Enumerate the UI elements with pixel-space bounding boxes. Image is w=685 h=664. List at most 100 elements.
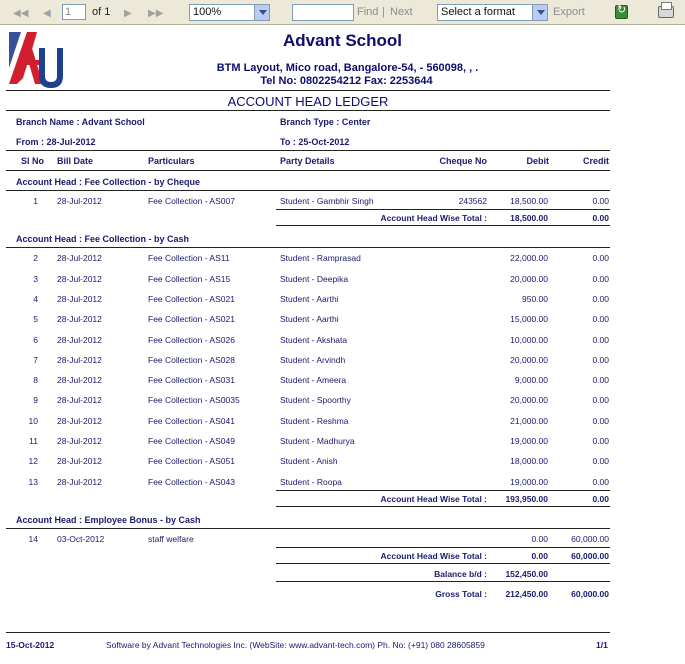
cell-bill-date: 28-Jul-2012	[57, 314, 102, 325]
cell-sl-no: 7	[33, 354, 38, 365]
cell-particulars: staff welfare	[148, 533, 194, 544]
cell-party-details: Student - Ameera	[280, 375, 347, 386]
chevron-down-icon	[254, 5, 269, 20]
cell-bill-date: 28-Jul-2012	[57, 293, 102, 304]
footer-credit: Software by Advant Technologies Inc. (We…	[106, 640, 485, 650]
divider	[6, 90, 610, 91]
cell-bill-date: 28-Jul-2012	[57, 354, 102, 365]
divider	[6, 527, 610, 529]
school-name: Advant School	[282, 31, 402, 50]
column-header-particulars: Particulars	[148, 156, 195, 166]
school-address: BTM Layout, Mico road, Bangalore-54, - 5…	[216, 62, 479, 74]
cell-debit: 9,000.00	[514, 375, 548, 386]
account-head-total-credit: 60,000.00	[571, 551, 609, 562]
chevron-down-icon	[532, 5, 547, 20]
cell-debit: 20,000.00	[510, 273, 548, 284]
cell-sl-no: 13	[28, 476, 38, 487]
cell-party-details: Student - Ramprasad	[280, 253, 361, 264]
find-next-link[interactable]: Next	[390, 0, 413, 25]
account-head-title: Account Head : Fee Collection - by Chequ…	[16, 177, 201, 187]
cell-party-details: Student - Arvindh	[280, 354, 346, 365]
cell-debit: 21,000.00	[510, 415, 548, 426]
page-number-input[interactable]: 1	[62, 4, 86, 20]
last-page-icon[interactable]: ▶▶	[148, 1, 163, 26]
cell-bill-date: 28-Jul-2012	[57, 436, 102, 446]
account-head-total-debit: 0.00	[531, 551, 548, 562]
cell-debit: 18,000.00	[510, 456, 548, 467]
cell-credit: 0.00	[592, 415, 609, 426]
cell-particulars: Fee Collection - AS021	[148, 314, 235, 325]
first-page-icon[interactable]: ◀◀	[13, 1, 28, 26]
divider	[6, 150, 610, 151]
cell-party-details: Student - Aarthi	[280, 314, 339, 325]
divider	[276, 505, 610, 507]
cell-bill-date: 28-Jul-2012	[57, 476, 102, 487]
cell-sl-no: 6	[33, 334, 38, 345]
export-format-value: Select a format	[441, 6, 515, 18]
cell-sl-no: 4	[33, 293, 38, 304]
cell-debit: 20,000.00	[510, 395, 548, 406]
report-title: ACCOUNT HEAD LEDGER	[227, 94, 389, 109]
cell-credit: 0.00	[592, 476, 609, 487]
gross-total-credit: 60,000.00	[571, 589, 609, 600]
cell-credit: 0.00	[592, 293, 609, 304]
cell-debit: 20,000.00	[510, 354, 548, 365]
cell-cheque-no: 243562	[458, 196, 487, 206]
cell-particulars: Fee Collection - AS15	[148, 273, 231, 284]
cell-sl-no: 8	[33, 375, 38, 386]
date-from: From : 28-Jul-2012	[16, 137, 96, 147]
footer-date: 15-Oct-2012	[6, 640, 55, 650]
report-page: Advant School BTM Layout, Mico road, Ban…	[0, 26, 685, 664]
balance-bd-value: 152,450.00	[505, 569, 548, 580]
account-head-total-label: Account Head Wise Total :	[380, 213, 488, 224]
column-header-debit: Debit	[526, 156, 550, 166]
account-head-total-debit: 18,500.00	[510, 213, 548, 224]
cell-party-details: Student - Deepika	[280, 273, 349, 284]
zoom-value: 100%	[193, 6, 222, 18]
cell-particulars: Fee Collection - AS049	[148, 436, 235, 446]
cell-particulars: Fee Collection - AS0035	[148, 395, 240, 406]
cell-credit: 0.00	[592, 436, 609, 446]
column-header-party-details: Party Details	[280, 156, 335, 166]
page-count-label: of 1	[92, 6, 111, 18]
cell-debit: 0.00	[531, 533, 548, 544]
cell-debit: 15,000.00	[510, 314, 548, 325]
cell-particulars: Fee Collection - AS043	[148, 476, 235, 487]
balance-bd-label: Balance b/d :	[434, 569, 487, 580]
column-header-credit: Credit	[582, 156, 609, 166]
cell-bill-date: 28-Jul-2012	[57, 415, 102, 426]
refresh-icon[interactable]	[615, 3, 628, 19]
cell-credit: 0.00	[592, 375, 609, 386]
divider	[6, 632, 610, 633]
export-link[interactable]: Export	[553, 0, 585, 25]
cell-credit: 0.00	[592, 253, 609, 264]
report-toolbar: ◀◀ ◀ 1 of 1 ▶ ▶▶ 100% Find | Next Select…	[0, 0, 685, 25]
cell-bill-date: 28-Jul-2012	[57, 196, 102, 206]
previous-page-icon[interactable]: ◀	[43, 1, 51, 26]
cell-debit: 10,000.00	[510, 334, 548, 345]
cell-bill-date: 28-Jul-2012	[57, 456, 102, 467]
cell-debit: 22,000.00	[510, 253, 548, 264]
cell-credit: 60,000.00	[571, 533, 609, 544]
find-input[interactable]	[292, 4, 354, 21]
cell-sl-no: 2	[33, 253, 38, 264]
find-link[interactable]: Find	[357, 0, 378, 25]
cell-party-details: Student - Gambhir Singh	[280, 196, 374, 206]
branch-name: Branch Name : Advant School	[16, 117, 145, 127]
school-contact: Tel No: 0802254212 Fax: 2253644	[260, 75, 433, 87]
divider	[276, 489, 610, 491]
zoom-select[interactable]: 100%	[189, 4, 270, 21]
cell-sl-no: 3	[33, 273, 38, 284]
divider	[276, 225, 610, 227]
cell-bill-date: 28-Jul-2012	[57, 375, 102, 386]
export-format-select[interactable]: Select a format	[437, 4, 548, 21]
print-icon[interactable]	[658, 2, 674, 18]
cell-particulars: Fee Collection - AS007	[148, 196, 235, 206]
account-head-title: Account Head : Fee Collection - by Cash	[16, 234, 190, 245]
account-head-total-label: Account Head Wise Total :	[380, 493, 488, 504]
next-page-icon[interactable]: ▶	[124, 1, 132, 26]
divider	[6, 190, 610, 191]
cell-party-details: Student - Madhurya	[280, 436, 355, 446]
divider	[276, 563, 610, 565]
cell-credit: 0.00	[592, 456, 609, 467]
